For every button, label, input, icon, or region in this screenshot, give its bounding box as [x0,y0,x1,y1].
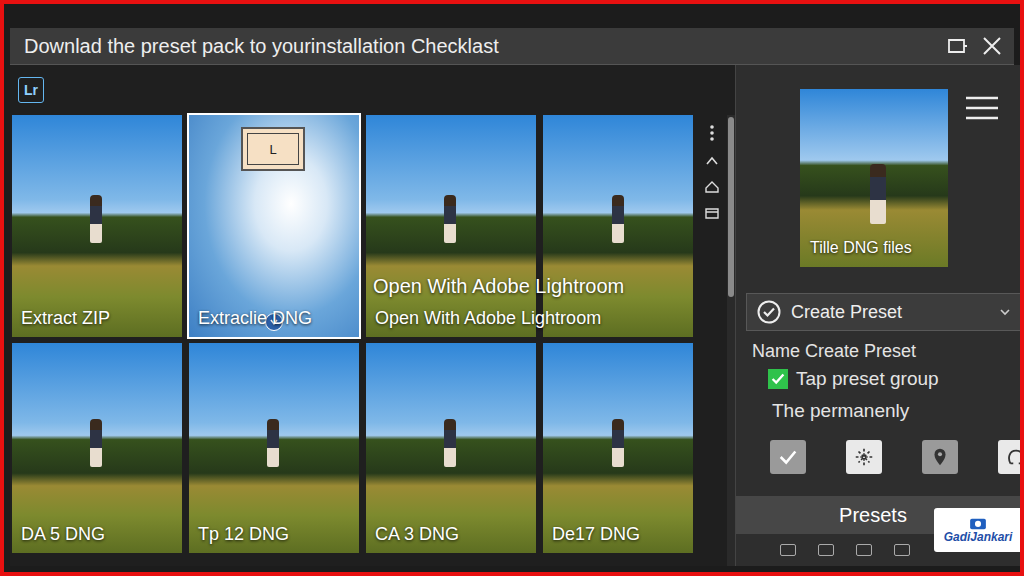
preview-label: Tille DNG files [810,239,912,257]
photo-person [612,419,624,467]
preset-tile[interactable]: DA 5 DNG [12,343,182,553]
tool-button[interactable] [846,440,882,474]
tool-button[interactable] [770,440,806,474]
window-title: Downlad the preset pack to yourinstallat… [24,35,499,58]
lightroom-badge[interactable]: Lr [18,77,44,103]
chevron-up-icon[interactable] [704,153,720,169]
preset-tile[interactable]: Open With Adobe Lightroom Open With Adob… [366,115,536,337]
scrollbar[interactable] [727,115,735,566]
tile-label: Extraclie DNG [198,308,312,329]
photo-person [90,419,102,467]
sparkle-icon [853,446,875,468]
mini-dialog: L [241,127,305,171]
watermark-logo: GadiJankari [934,508,1022,552]
menu-icon[interactable] [964,95,1000,121]
preset-tile[interactable]: Tp 12 DNG [189,343,359,553]
up-icon[interactable] [894,544,910,556]
tile-label: De17 DNG [552,524,640,545]
preset-tile[interactable] [543,115,693,337]
side-toolbar [699,115,725,566]
preset-grid: Extract ZIP L Extraclie DNG Open With Ad… [10,115,693,566]
photo-person [444,195,456,243]
grid-icon[interactable] [780,544,796,556]
share-icon[interactable] [856,544,872,556]
note-text: The permanenly [736,390,1024,422]
tool-row [736,422,1024,474]
tool-button[interactable] [998,440,1024,474]
photo-person [444,419,456,467]
side-panel: Tille DNG files Create Preset Name Creat… [735,65,1024,566]
tile-label: Open With Adobe Lightroom [375,308,601,329]
preset-dropdown[interactable]: Create Preset [746,293,1024,331]
edit-icon[interactable] [818,544,834,556]
camera-icon [969,516,987,530]
preset-group-checkbox[interactable]: Tap preset group [736,362,1024,390]
preset-tile[interactable]: L Extraclie DNG [189,115,359,337]
preset-tile[interactable]: Extract ZIP [12,115,182,337]
gallery-panel: Lr Extract ZIP L Extraclie DNG Open With… [10,65,735,566]
window-icon[interactable] [704,205,720,221]
check-circle-icon [757,300,781,324]
photo-person [90,195,102,243]
tile-headline: Open With Adobe Lightroom [373,275,624,298]
restore-icon[interactable] [946,34,970,58]
tile-label: Tp 12 DNG [198,524,289,545]
scroll-thumb[interactable] [728,117,734,297]
photo-person [267,419,279,467]
preset-tile[interactable]: De17 DNG [543,343,693,553]
window: Downlad the preset pack to yourinstallat… [10,28,1014,566]
home-icon[interactable] [704,179,720,195]
checkmark-icon [769,370,787,388]
tool-button[interactable] [922,440,958,474]
check-icon [777,446,799,468]
title-bar: Downlad the preset pack to yourinstallat… [10,28,1014,65]
close-icon[interactable] [980,34,1004,58]
tile-label: CA 3 DNG [375,524,459,545]
caret-down-icon [999,306,1011,318]
preview-image: Tille DNG files [800,89,948,267]
pin-icon [929,446,951,468]
checkbox-box[interactable] [768,369,788,389]
tile-label: DA 5 DNG [21,524,105,545]
preset-tile[interactable]: CA 3 DNG [366,343,536,553]
lasso-icon [1005,446,1024,468]
more-icon[interactable] [704,123,720,143]
photo-person [612,195,624,243]
app-frame: Downlad the preset pack to yourinstallat… [0,0,1024,576]
name-label: Name Create Preset [736,331,1024,362]
tile-label: Extract ZIP [21,308,110,329]
